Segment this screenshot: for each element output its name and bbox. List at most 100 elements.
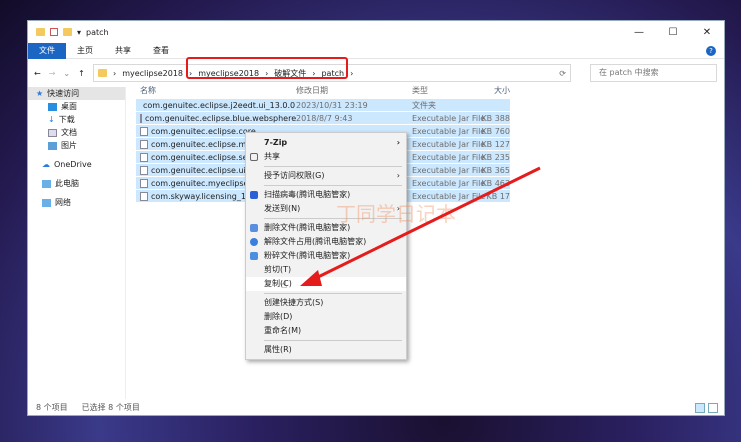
file-date: 2023/10/31 23:19 [296, 101, 368, 110]
menu-item-copy[interactable]: 复制(C) [246, 277, 406, 291]
chevron-right-icon: › [396, 171, 400, 180]
sidebar-item-downloads[interactable]: ↓ 下载 [28, 113, 125, 126]
file-size: 235 KB [481, 153, 510, 162]
menu-item-cut[interactable]: 剪切(T) [246, 263, 406, 277]
item-count: 8 个项目 [36, 403, 68, 412]
menu-item-grant-access[interactable]: 授予访问权限(G) › [246, 169, 406, 183]
tab-file[interactable]: 文件 [28, 42, 66, 59]
mouse-cursor-icon: ☝ [281, 280, 288, 291]
maximize-button[interactable]: ☐ [656, 21, 690, 43]
recent-dropdown-icon[interactable]: ⌄ [63, 69, 70, 78]
jar-file-icon [140, 152, 148, 162]
file-list: 名称 修改日期 类型 大小 com.genuitec.eclipse.j2eed… [136, 83, 724, 203]
up-icon[interactable]: ↑ [78, 69, 85, 78]
network-icon [42, 198, 51, 207]
properties-icon[interactable] [50, 28, 58, 36]
download-icon: ↓ [48, 115, 55, 124]
column-header-name[interactable]: 名称 [136, 83, 296, 99]
menu-item-properties[interactable]: 属性(R) [246, 343, 406, 357]
menu-item-shred-file[interactable]: 粉碎文件(腾讯电脑管家) [246, 249, 406, 263]
sidebar-item-pictures[interactable]: 图片 [28, 139, 125, 152]
jar-file-icon [140, 178, 148, 188]
sidebar-item-quick-access[interactable]: ★ 快速访问 [28, 87, 125, 100]
file-name: com.genuitec.eclipse.j2eedt.ui_13.0.0... [143, 100, 296, 110]
computer-icon [42, 179, 51, 188]
star-icon: ★ [36, 89, 44, 98]
large-icons-view-icon[interactable] [708, 403, 718, 413]
folder-icon [36, 28, 45, 36]
file-row[interactable]: com.genuitec.eclipse.j2eedt.ui_13.0.0...… [136, 99, 510, 112]
file-size [494, 99, 510, 111]
picture-icon [48, 141, 57, 150]
column-header-type[interactable]: 类型 [412, 83, 494, 99]
shred-icon [250, 252, 258, 260]
refresh-icon[interactable]: ⟳ [559, 69, 566, 78]
file-size: 127 KB [481, 140, 510, 149]
window-title: patch [86, 27, 109, 37]
sidebar-item-network[interactable]: 网络 [28, 196, 125, 209]
jar-file-icon [140, 165, 148, 175]
file-type: 文件夹 [412, 101, 436, 110]
file-size: 463 KB [481, 179, 510, 188]
file-size: 388 KB [481, 114, 510, 123]
selected-count: 已选择 8 个项目 [81, 403, 140, 412]
help-icon[interactable]: ? [706, 45, 716, 56]
title-bar: ▾ patch — ☐ ✕ [28, 21, 724, 43]
menu-item-delete[interactable]: 删除(D) [246, 310, 406, 324]
ribbon-tabs: 文件 主页 共享 查看 ? [28, 42, 724, 59]
jar-file-icon [140, 126, 148, 136]
status-bar: 8 个项目 已选择 8 个项目 [36, 402, 140, 413]
sidebar-item-this-pc[interactable]: 此电脑 [28, 177, 125, 190]
column-header-size[interactable]: 大小 [494, 83, 510, 99]
file-size: 17 KB [486, 192, 510, 201]
view-switcher [695, 403, 718, 413]
tab-home[interactable]: 主页 [66, 43, 104, 59]
delete-file-icon [250, 224, 258, 232]
file-size: 760 KB [481, 127, 510, 136]
menu-item-7zip[interactable]: 7-Zip › [246, 136, 406, 150]
menu-item-share[interactable]: 共享 [246, 150, 406, 164]
forward-icon[interactable]: → [49, 69, 56, 78]
breadcrumb-item[interactable]: myeclipse2018 [122, 69, 183, 78]
jar-file-icon [140, 191, 148, 201]
chevron-right-icon: › [396, 204, 400, 213]
desktop-icon [48, 102, 57, 111]
tab-share[interactable]: 共享 [104, 43, 142, 59]
file-name: com.genuitec.eclipse.blue.websphere... [136, 112, 296, 124]
menu-item-scan-virus[interactable]: 扫描病毒(腾讯电脑管家) [246, 188, 406, 202]
share-icon [250, 153, 258, 161]
folder-icon [98, 69, 107, 77]
menu-item-unlock-file[interactable]: 解除文件占用(腾讯电脑管家) [246, 235, 406, 249]
search-input[interactable]: 在 patch 中搜索 [590, 64, 717, 82]
navigation-pane: ★ 快速访问 桌面 ↓ 下载 文档 图片 ☁ OneDrive 此电脑 网络 [28, 87, 126, 399]
annotation-highlight-box [186, 57, 348, 79]
back-icon[interactable]: ← [34, 69, 41, 78]
sidebar-item-documents[interactable]: 文档 [28, 126, 125, 139]
jar-file-icon [140, 139, 148, 149]
shield-icon [250, 191, 258, 199]
file-row[interactable]: com.genuitec.eclipse.blue.websphere... 2… [136, 112, 510, 125]
sidebar-item-onedrive[interactable]: ☁ OneDrive [28, 158, 125, 171]
tab-view[interactable]: 查看 [142, 43, 180, 59]
file-type: Executable Jar File [412, 192, 486, 201]
close-button[interactable]: ✕ [690, 21, 724, 43]
context-menu: 7-Zip › 共享 授予访问权限(G) › 扫描病毒(腾讯电脑管家) 发送到(N)… [245, 132, 407, 360]
menu-item-send-to[interactable]: 发送到(N) › [246, 202, 406, 216]
document-icon [48, 128, 57, 137]
details-view-icon[interactable] [695, 403, 705, 413]
minimize-button[interactable]: — [622, 21, 656, 43]
file-date: 2018/8/7 9:43 [296, 114, 353, 123]
new-folder-icon[interactable] [63, 28, 72, 36]
menu-item-rename[interactable]: 重命名(M) [246, 324, 406, 338]
file-size: 365 KB [481, 166, 510, 175]
menu-item-delete-file-tencent[interactable]: 删除文件(腾讯电脑管家) [246, 221, 406, 235]
column-headers: 名称 修改日期 类型 大小 [136, 83, 724, 99]
chevron-right-icon: › [396, 138, 400, 147]
quick-access-dropdown-icon[interactable]: ▾ [77, 28, 81, 37]
cloud-icon: ☁ [42, 160, 50, 169]
column-header-date[interactable]: 修改日期 [296, 83, 412, 99]
unlock-icon [250, 238, 258, 246]
jar-file-icon [140, 113, 142, 123]
menu-item-create-shortcut[interactable]: 创建快捷方式(S) [246, 296, 406, 310]
sidebar-item-desktop[interactable]: 桌面 [28, 100, 125, 113]
